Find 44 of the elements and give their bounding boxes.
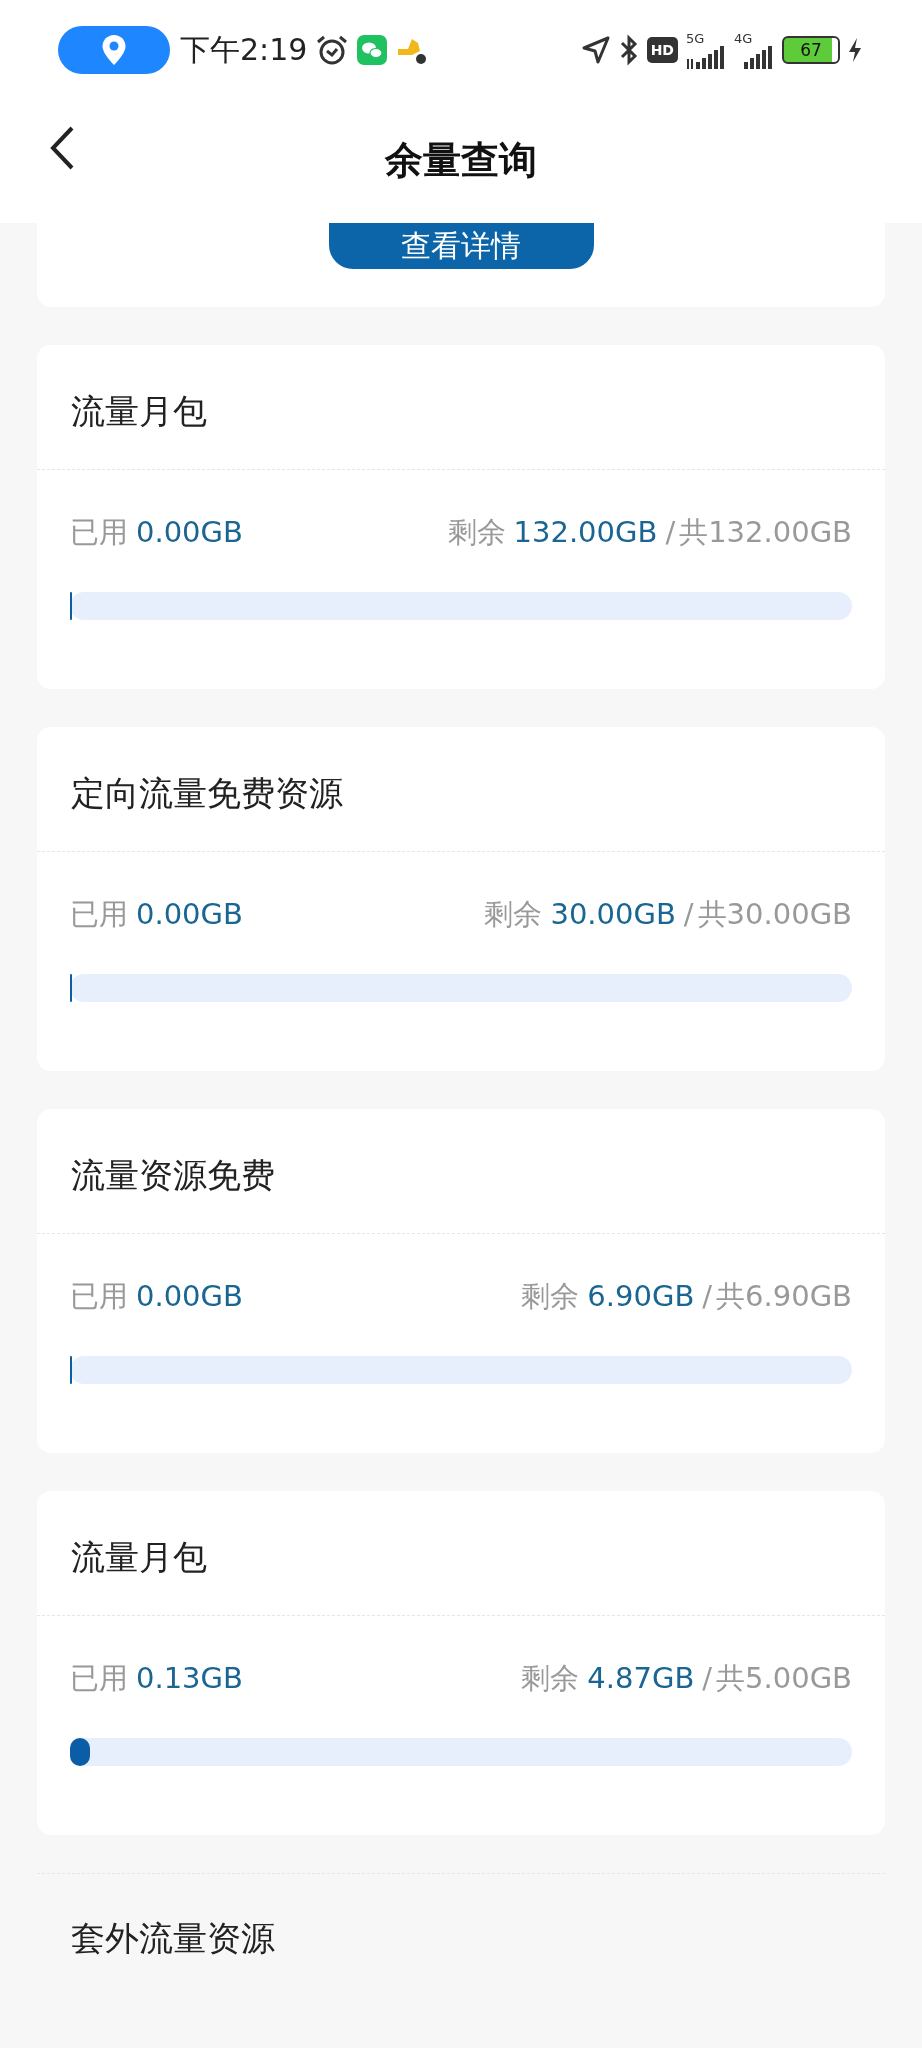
separator: / xyxy=(683,896,694,932)
card-title: 流量资源免费 xyxy=(37,1109,885,1234)
charging-bolt-icon xyxy=(848,37,862,63)
bluetooth-icon xyxy=(618,34,639,66)
used-label: 已用 xyxy=(70,896,128,932)
section-title: 套外流量资源 xyxy=(71,1918,275,1958)
chat-app-icon xyxy=(357,35,388,65)
status-time: 下午2:19 xyxy=(180,30,308,69)
network-type-label: 5G xyxy=(686,31,705,45)
remaining-label: 剩余 xyxy=(521,1278,580,1314)
remaining-label: 剩余 xyxy=(521,1660,580,1696)
card-title: 定向流量免费资源 xyxy=(37,727,885,852)
remaining-value: 30.00GB xyxy=(550,896,676,932)
remaining-label: 剩余 xyxy=(484,896,543,932)
page-title: 余量查询 xyxy=(385,137,537,184)
card-title: 流量月包 xyxy=(37,345,885,470)
card-title: 流量月包 xyxy=(37,1491,885,1616)
view-details-button[interactable]: 查看详情 xyxy=(328,223,594,269)
network-type-label: 4G xyxy=(734,31,753,45)
remaining-label: 剩余 xyxy=(447,514,506,550)
alarm-clock-icon xyxy=(315,33,350,67)
used-label: 已用 xyxy=(70,1660,128,1696)
hd-badge: HD xyxy=(646,37,678,63)
total-value: 共30.00GB xyxy=(697,896,852,932)
location-pill[interactable] xyxy=(58,26,170,74)
remaining-value: 4.87GB xyxy=(587,1660,695,1696)
separator: / xyxy=(702,1660,713,1696)
used-label: 已用 xyxy=(70,1278,128,1314)
used-value: 0.13GB xyxy=(136,1660,243,1696)
used-value: 0.00GB xyxy=(136,1278,243,1314)
total-value: 共6.90GB xyxy=(716,1278,852,1314)
used-value: 0.00GB xyxy=(136,514,243,550)
separator: / xyxy=(702,1278,713,1314)
remaining-value: 132.00GB xyxy=(513,514,658,550)
battery-indicator: 67 xyxy=(782,36,840,64)
total-value: 共5.00GB xyxy=(716,1660,852,1696)
remaining-value: 6.90GB xyxy=(587,1278,695,1314)
location-pin-icon xyxy=(101,34,127,66)
used-label: 已用 xyxy=(70,514,128,550)
total-value: 共132.00GB xyxy=(679,514,852,550)
separator: / xyxy=(665,514,676,550)
navigation-arrow-icon xyxy=(580,35,611,65)
signal-strength-icon xyxy=(686,44,726,69)
used-value: 0.00GB xyxy=(136,896,243,932)
